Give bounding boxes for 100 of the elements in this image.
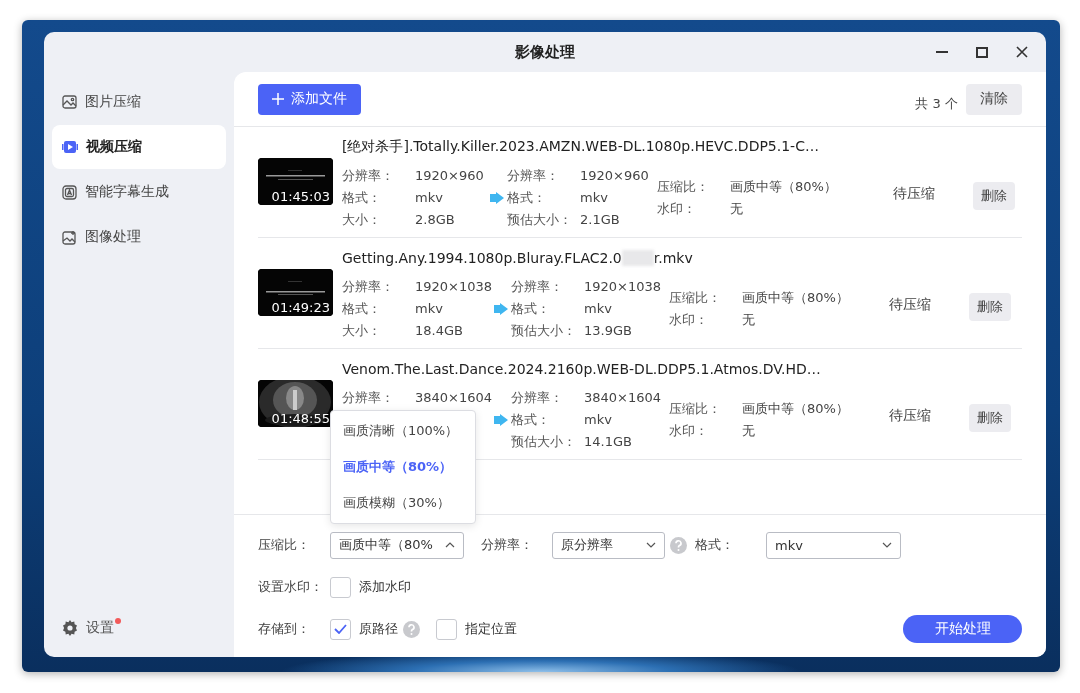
- field-label: 分辨率：: [511, 389, 564, 407]
- status-label: 待压缩: [893, 185, 936, 203]
- field-value: 1920×1038: [584, 278, 663, 296]
- field-label: 分辨率：: [507, 167, 560, 185]
- watermark-checkbox[interactable]: [330, 576, 351, 598]
- caret-icon: [882, 542, 892, 548]
- sidebar-label: 视频压缩: [86, 138, 142, 156]
- file-name: r.mkv: [653, 250, 693, 266]
- field-label: 压缩比：: [258, 536, 311, 554]
- field-value: 3840×1604: [415, 389, 494, 407]
- sidebar-item[interactable]: 视频压缩: [52, 125, 226, 169]
- field-label: 格式：: [695, 536, 735, 554]
- field-value: 18.4GB: [415, 322, 464, 340]
- start-button[interactable]: 开始处理: [903, 615, 1022, 643]
- field-label: 大小：: [342, 322, 382, 340]
- field-value: 2.8GB: [415, 211, 456, 229]
- field-label: 压缩比：: [669, 289, 722, 307]
- file-name: Getting.Any.1994.1080p.Bluray.FLAC2.0: [342, 250, 622, 266]
- duration-label: 01:45:03: [271, 189, 330, 204]
- field-value: 画质中等（80%）: [742, 289, 850, 307]
- menu-option[interactable]: 画质中等（80%）: [331, 448, 475, 485]
- format-select[interactable]: mkv: [766, 531, 901, 559]
- field-label: 格式：: [511, 411, 551, 429]
- menu-option[interactable]: 画质模糊（30%）: [331, 484, 475, 521]
- add-file-button[interactable]: 添加文件: [258, 83, 361, 115]
- arrow-icon: [490, 192, 504, 204]
- field-value: 2.1GB: [580, 211, 621, 229]
- menu-option[interactable]: 画质清晰（100%）: [331, 412, 475, 449]
- field-label: 大小：: [342, 211, 382, 229]
- field-value: mkv: [415, 300, 444, 318]
- settings-link[interactable]: 设置: [86, 619, 114, 637]
- sidebar-label: 智能字幕生成: [85, 183, 169, 201]
- status-label: 待压缩: [889, 407, 932, 425]
- close-icon: [1016, 46, 1028, 58]
- caret-icon: [646, 542, 656, 548]
- checkbox-label: 添加水印: [359, 578, 411, 596]
- check-icon: [334, 624, 347, 634]
- field-value: 1920×960: [415, 167, 485, 185]
- caret-icon: [445, 542, 455, 548]
- file-count: 共 3 个: [915, 95, 958, 113]
- field-label: 格式：: [342, 189, 382, 207]
- field-value: mkv: [415, 189, 444, 207]
- field-value: mkv: [584, 411, 613, 429]
- field-label: 分辨率：: [481, 536, 534, 554]
- field-label: 分辨率：: [342, 167, 395, 185]
- window-title: 影像处理: [515, 42, 575, 62]
- field-value: 1920×1038: [415, 278, 494, 296]
- field-value: 14.1GB: [584, 433, 633, 451]
- duration-label: 01:49:23: [271, 300, 330, 315]
- field-label: 格式：: [511, 300, 551, 318]
- status-label: 待压缩: [889, 296, 932, 314]
- sidebar-label: 图片压缩: [85, 93, 141, 111]
- save-location-checkbox[interactable]: [330, 618, 351, 640]
- caption-icon: [62, 184, 77, 200]
- arrow-icon: [494, 414, 508, 426]
- save-location-checkbox[interactable]: [436, 618, 457, 640]
- sidebar-label: 图像处理: [85, 228, 141, 246]
- field-label: 分辨率：: [342, 389, 395, 407]
- checkbox-label: 原路径: [359, 620, 398, 638]
- checkbox-label: 指定位置: [465, 620, 517, 638]
- file-name: [绝对杀手].Totally.Killer.2023.AMZN.WEB-DL.1080p.HEVC.DDP5.1-C…: [342, 137, 820, 156]
- field-value: 3840×1604: [584, 389, 663, 407]
- field-label: 压缩比：: [657, 178, 710, 196]
- field-label: 格式：: [342, 300, 382, 318]
- resolution-select[interactable]: 原分辨率: [552, 531, 665, 559]
- sidebar-item[interactable]: 智能字幕生成: [52, 170, 226, 214]
- maximize-icon: [976, 46, 988, 58]
- field-label: 分辨率：: [342, 278, 395, 296]
- field-value: 1920×960: [580, 167, 650, 185]
- field-label: 水印：: [657, 200, 697, 218]
- field-label: 设置水印：: [258, 578, 324, 596]
- field-label: 水印：: [669, 422, 709, 440]
- minimize-icon: [936, 51, 948, 53]
- delete-button[interactable]: 删除: [969, 293, 1011, 321]
- field-label: 预估大小：: [511, 433, 577, 451]
- field-label: 分辨率：: [511, 278, 564, 296]
- field-label: 水印：: [669, 311, 709, 329]
- clear-button[interactable]: 清除: [966, 83, 1022, 115]
- field-label: 存储到：: [258, 620, 311, 638]
- image-icon: [62, 95, 77, 109]
- video-icon: [62, 140, 78, 154]
- sidebar-item[interactable]: 图片压缩: [52, 80, 226, 124]
- field-label: 预估大小：: [507, 211, 573, 229]
- field-label: 预估大小：: [511, 322, 577, 340]
- duration-label: 01:48:55: [271, 411, 330, 426]
- sidebar-item[interactable]: 图像处理: [52, 215, 226, 259]
- field-label: 压缩比：: [669, 400, 722, 418]
- field-value: 画质中等（80%）: [742, 400, 850, 418]
- delete-button[interactable]: 删除: [973, 182, 1015, 210]
- field-value: 画质中等（80%）: [730, 178, 838, 196]
- field-value: 无: [742, 422, 756, 440]
- file-name: Venom.The.Last.Dance.2024.2160p.WEB-DL.DDP5.1.Atmos.DV.HD…: [342, 360, 822, 379]
- field-value: 13.9GB: [584, 322, 633, 340]
- compression-select[interactable]: 画质中等（80%: [330, 531, 464, 559]
- arrow-icon: [494, 303, 508, 315]
- field-value: mkv: [580, 189, 609, 207]
- field-value: 无: [730, 200, 744, 218]
- delete-button[interactable]: 删除: [969, 404, 1011, 432]
- plus-icon: [272, 93, 284, 105]
- field-value: mkv: [584, 300, 613, 318]
